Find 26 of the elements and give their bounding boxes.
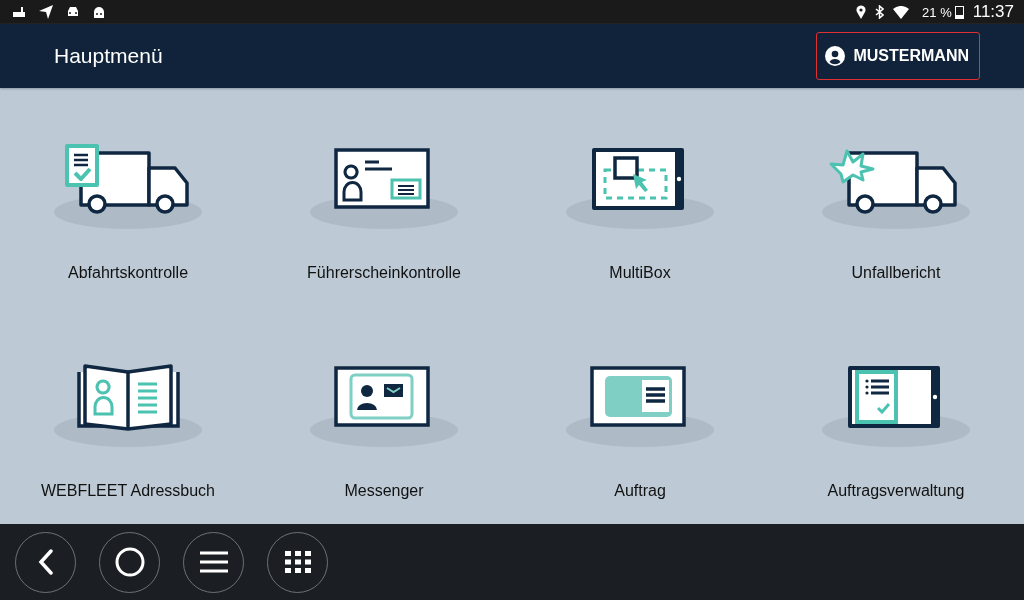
chevron-left-icon (37, 549, 54, 575)
menu-item-label: MultiBox (609, 264, 671, 282)
menu-item-label: Auftragsverwaltung (827, 482, 965, 500)
circle-icon (114, 547, 145, 577)
menu-item-label: Auftrag (614, 482, 666, 500)
page-title: Hauptmenü (54, 44, 163, 68)
menu-icon (199, 551, 228, 573)
truck-check-icon[interactable] (53, 142, 203, 230)
router-icon (12, 6, 26, 18)
navigation-arrow-icon (38, 4, 54, 20)
bluetooth-icon (875, 5, 885, 19)
menu-item-label: Messenger (344, 482, 424, 500)
location-pin-icon (856, 5, 867, 19)
battery-percentage: 21 % (922, 4, 952, 20)
menu-item-label: Abfahrtskontrolle (67, 264, 189, 282)
grid-icon (284, 551, 311, 573)
menu-item-label: Unfallbericht (851, 264, 941, 282)
menu-item-label: Führerscheinkontrolle (307, 264, 461, 282)
menu-item-label: WEBFLEET Adressbuch (41, 482, 215, 500)
android-icon (92, 5, 106, 19)
user-avatar-icon (825, 46, 846, 66)
clock-time: 11:37 (972, 2, 1014, 22)
user-account-button[interactable]: MUSTERMANN (816, 32, 980, 80)
wifi-icon (893, 5, 910, 19)
car-icon (66, 6, 80, 18)
battery-icon (954, 5, 964, 19)
